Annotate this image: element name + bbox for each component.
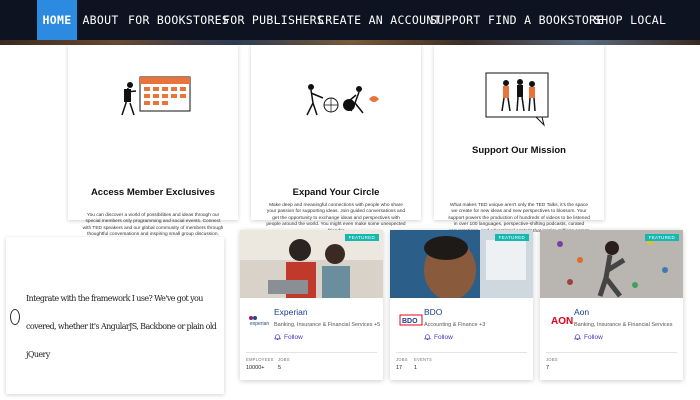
text-widget: Integrate with the framework I use? We'v… [6,237,224,394]
svg-text:AON: AON [551,316,573,326]
follow-button[interactable]: Follow [424,334,453,341]
svg-text:BDO: BDO [402,318,418,325]
nav-create-account[interactable]: CREATE AN ACCOUNT [318,0,441,40]
follow-label: Follow [434,334,453,341]
company-name[interactable]: Experian [274,307,308,317]
featured-badge: FEATURED [494,234,529,241]
company-name[interactable]: Aon [574,307,589,317]
bell-icon [274,334,281,340]
circle-icon [10,309,20,325]
nav-shop-local[interactable]: SHOP LOCAL [594,0,666,40]
nav-for-publishers[interactable]: FOR PUBLISHERS [223,0,324,40]
company-photo: FEATURED [240,230,383,298]
divider [396,352,527,353]
feature-card-expand-circle: Expand Your Circle Make deep and meaning… [251,45,421,234]
company-category: Banking, Insurance & Financial Services … [274,322,381,328]
nav-home[interactable]: HOME [37,0,77,40]
stat-value-jobs: 17 [396,365,403,371]
follow-label: Follow [284,334,303,341]
connection-illustration [251,65,421,165]
feature-title: Access Member Exclusives [90,187,216,198]
nav-find-bookstore[interactable]: FIND A BOOKSTORE [488,0,603,40]
stat-value-jobs: 5 [278,365,282,371]
company-category: Banking, Insurance & Financial Services [574,322,673,328]
stat-value-employees: 10000+ [246,365,265,371]
nav-about[interactable]: ABOUT [82,0,119,40]
follow-button[interactable]: Follow [574,334,603,341]
feature-title: Support Our Mission [472,145,566,156]
divider [546,352,677,353]
nav-support[interactable]: SUPPORT [430,0,480,40]
company-card-experian[interactable]: FEATURED experian Experian Banking, Insu… [240,230,383,380]
feature-description: You can discover a world of possibilitie… [82,213,224,238]
widget-text: Integrate with the framework I use? We'v… [26,294,217,359]
stat-label-jobs: JOBS [546,357,558,362]
stat-label-events: EVENTS [414,357,432,362]
bell-icon [574,334,581,340]
company-card-aon[interactable]: FEATURED AON Aon Banking, Insurance & Fi… [540,230,683,380]
stat-value-jobs: 7 [546,365,550,371]
stat-label-jobs: JOBS [396,357,408,362]
feature-card-support-mission: Support Our Mission What makes TED uniqu… [434,45,604,240]
bell-icon [424,334,431,340]
stat-label-employees: EMPLOYEES [246,357,274,362]
divider [246,352,377,353]
company-category: Accounting & Finance +3 [424,322,486,328]
follow-button[interactable]: Follow [274,334,303,341]
company-photo: FEATURED [390,230,533,298]
company-card-bdo[interactable]: FEATURED BDO BDO Accounting & Finance +3… [390,230,533,380]
top-navigation: HOME ABOUT FOR BOOKSTORES FOR PUBLISHERS… [0,0,700,45]
featured-badge: FEATURED [344,234,379,241]
aon-logo: AON [546,312,576,328]
company-photo: FEATURED [540,230,683,298]
feature-card-member-exclusives: Access Member Exclusives You can discove… [68,45,238,237]
calendar-illustration [68,65,238,165]
stat-value-events: 1 [414,365,418,371]
nav-for-bookstores[interactable]: FOR BOOKSTORES [128,0,229,40]
follow-label: Follow [584,334,603,341]
company-name[interactable]: BDO [424,307,442,317]
svg-text:experian: experian [250,321,269,327]
featured-badge: FEATURED [644,234,679,241]
experian-logo: experian [246,312,276,328]
stat-label-jobs: JOBS [278,357,290,362]
bdo-logo: BDO [396,312,426,328]
feature-title: Expand Your Circle [292,187,380,198]
